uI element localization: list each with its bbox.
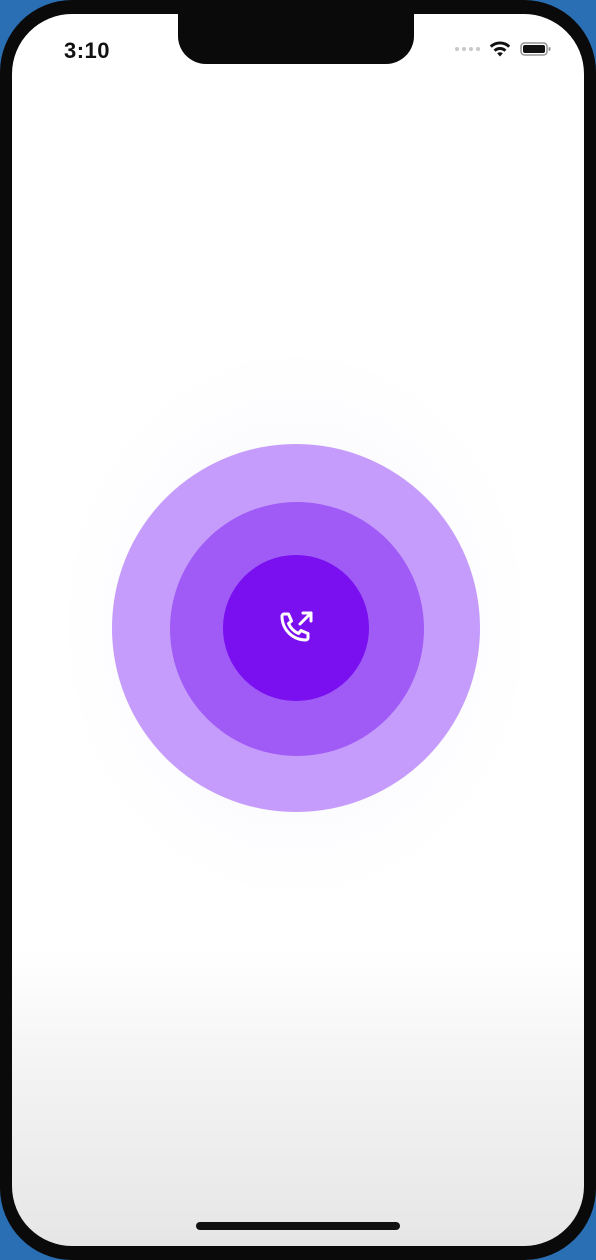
call-button[interactable] — [223, 555, 369, 701]
outgoing-call-icon — [280, 611, 313, 642]
phone-frame: 3:10 — [0, 0, 596, 1260]
home-indicator[interactable] — [196, 1222, 400, 1230]
screen: 3:10 — [12, 14, 584, 1246]
call-pulse-area — [12, 14, 584, 1246]
